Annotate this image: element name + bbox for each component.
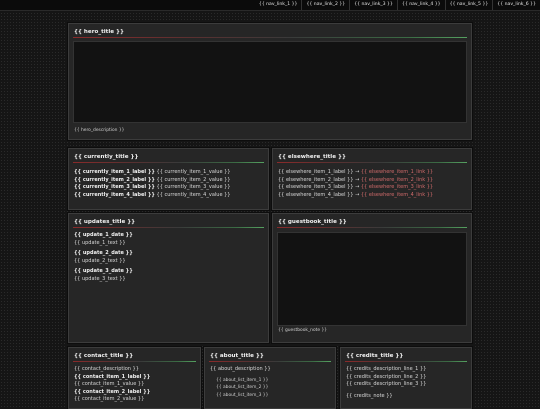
credits-note: {{ credits_note }} <box>346 392 393 399</box>
list-item: {{ elsewhere_item_4_label }} → {{ elsewh… <box>278 192 467 200</box>
elsewhere-item-label: {{ elsewhere_item_1_label }} <box>278 169 354 175</box>
currently-item-label: {{ currently_item_1_label }} <box>74 169 155 175</box>
updates-list: {{ update_1_date }} {{ update_1_text }} … <box>74 232 264 287</box>
contact-description: {{ contact_description }} <box>74 366 139 372</box>
hero-panel: {{ hero_title }} {{ hero_description }} <box>68 23 472 140</box>
nav-link-5[interactable]: {{ nav_link_5 }} <box>444 0 493 10</box>
elsewhere-item-label: {{ elsewhere_item_2_label }} <box>278 176 354 183</box>
credits-title: {{ credits_title }} <box>346 353 404 359</box>
title-divider <box>73 37 467 38</box>
title-divider <box>209 361 331 362</box>
currently-item-value: {{ currently_item_4_value }} <box>156 191 231 198</box>
about-content: {{ about_description }} {{ about_list_it… <box>210 366 331 399</box>
nav-link-1[interactable]: {{ nav_link_1 }} <box>255 0 302 10</box>
guestbook-note: {{ guestbook_note }} <box>278 328 328 333</box>
currently-item-label: {{ currently_item_2_label }} <box>74 176 155 183</box>
elsewhere-list: {{ elsewhere_item_1_label }} → {{ elsewh… <box>278 169 467 199</box>
contact-item-value[interactable]: {{ contact_item_1_value }} <box>74 381 196 389</box>
contact-item-label: {{ contact_item_1_label }} <box>74 373 151 380</box>
currently-list: {{ currently_item_1_label }} {{ currentl… <box>74 169 264 199</box>
list-item: {{ currently_item_3_label }} {{ currentl… <box>74 184 264 192</box>
hero-title: {{ hero_title }} <box>74 29 124 35</box>
credits-list: {{ credits_description_line_1 }} {{ cred… <box>346 366 467 400</box>
currently-title: {{ currently_title }} <box>74 154 139 160</box>
elsewhere-item-link[interactable]: {{ elsewhere_item_3_link }} <box>361 184 433 190</box>
title-divider <box>73 227 264 228</box>
credits-panel: {{ credits_title }} {{ credits_descripti… <box>340 347 472 409</box>
update-text: {{ update_3_text }} <box>74 275 126 282</box>
title-divider <box>345 361 467 362</box>
elsewhere-title: {{ elsewhere_title }} <box>278 154 346 160</box>
hero-description: {{ hero_description }} <box>74 128 125 133</box>
about-description: {{ about_description }} <box>210 366 271 372</box>
currently-panel: {{ currently_title }} {{ currently_item_… <box>68 148 269 210</box>
list-item: {{ elsewhere_item_1_label }} → {{ elsewh… <box>278 169 467 177</box>
credits-line: {{ credits_description_line_1 }} <box>346 366 427 372</box>
update-text: {{ update_2_text }} <box>74 257 126 264</box>
currently-item-label: {{ currently_item_4_label }} <box>74 191 155 198</box>
nav-link-2[interactable]: {{ nav_link_2 }} <box>301 0 349 10</box>
elsewhere-item-label: {{ elsewhere_item_4_label }} <box>278 191 354 198</box>
list-item: {{ about_list_item_1 }} <box>216 377 269 383</box>
list-item: {{ currently_item_1_label }} {{ currentl… <box>74 169 264 177</box>
about-panel: {{ about_title }} {{ about_description }… <box>204 347 336 409</box>
update-text: {{ update_1_text }} <box>74 239 126 246</box>
top-nav: {{ nav_link_1 }} {{ nav_link_2 }} {{ nav… <box>0 0 540 11</box>
currently-item-value: {{ currently_item_1_value }} <box>156 169 231 175</box>
update-entry: {{ update_2_date }} {{ update_2_text }} <box>74 250 264 265</box>
nav-link-4[interactable]: {{ nav_link_4 }} <box>396 0 445 10</box>
arrow-icon: → <box>355 191 360 198</box>
list-item: {{ currently_item_2_label }} {{ currentl… <box>74 177 264 185</box>
update-entry: {{ update_1_date }} {{ update_1_text }} <box>74 232 264 247</box>
update-date: {{ update_1_date }} <box>74 232 133 238</box>
updates-panel: {{ updates_title }} {{ update_1_date }} … <box>68 213 269 343</box>
guestbook-title: {{ guestbook_title }} <box>278 219 347 225</box>
contact-title: {{ contact_title }} <box>74 353 134 359</box>
update-date: {{ update_3_date }} <box>74 268 133 275</box>
elsewhere-item-label: {{ elsewhere_item_3_label }} <box>278 184 354 191</box>
update-date: {{ update_2_date }} <box>74 250 133 257</box>
elsewhere-panel: {{ elsewhere_title }} {{ elsewhere_item_… <box>272 148 472 210</box>
hero-image <box>73 41 467 123</box>
list-item: {{ elsewhere_item_3_label }} → {{ elsewh… <box>278 184 467 192</box>
update-entry: {{ update_3_date }} {{ update_3_text }} <box>74 268 264 283</box>
nav-link-6[interactable]: {{ nav_link_6 }} <box>492 0 540 10</box>
about-title: {{ about_title }} <box>210 353 264 359</box>
currently-item-label: {{ currently_item_3_label }} <box>74 184 155 191</box>
elsewhere-item-link[interactable]: {{ elsewhere_item_1_link }} <box>361 169 433 175</box>
contact-list: {{ contact_description }} {{ contact_ite… <box>74 366 196 404</box>
currently-item-value: {{ currently_item_2_value }} <box>156 176 231 183</box>
arrow-icon: → <box>355 169 360 175</box>
credits-line: {{ credits_description_line_3 }} <box>346 381 427 388</box>
arrow-icon: → <box>355 176 360 183</box>
elsewhere-item-link[interactable]: {{ elsewhere_item_2_link }} <box>361 177 433 183</box>
contact-item-label: {{ contact_item_2_label }} <box>74 388 151 395</box>
contact-panel: {{ contact_title }} {{ contact_descripti… <box>68 347 201 409</box>
about-list: {{ about_list_item_1 }} {{ about_list_it… <box>210 377 331 400</box>
guestbook-embed[interactable] <box>277 232 467 326</box>
list-item: {{ currently_item_4_label }} {{ currentl… <box>74 192 264 200</box>
list-item: {{ about_list_item_3 }} <box>216 392 269 398</box>
credits-line: {{ credits_description_line_2 }} <box>346 373 427 380</box>
title-divider <box>73 162 264 163</box>
title-divider <box>277 162 467 163</box>
nav-link-3[interactable]: {{ nav_link_3 }} <box>349 0 397 10</box>
contact-item-value[interactable]: {{ contact_item_2_value }} <box>74 396 196 404</box>
arrow-icon: → <box>355 184 360 191</box>
elsewhere-item-link[interactable]: {{ elsewhere_item_4_link }} <box>361 192 433 198</box>
currently-item-value: {{ currently_item_3_value }} <box>156 184 231 191</box>
guestbook-panel: {{ guestbook_title }} {{ guestbook_note … <box>272 213 472 343</box>
list-item: {{ about_list_item_2 }} <box>216 385 269 391</box>
title-divider <box>73 361 196 362</box>
title-divider <box>277 227 467 228</box>
list-item: {{ elsewhere_item_2_label }} → {{ elsewh… <box>278 177 467 185</box>
updates-title: {{ updates_title }} <box>74 219 136 225</box>
